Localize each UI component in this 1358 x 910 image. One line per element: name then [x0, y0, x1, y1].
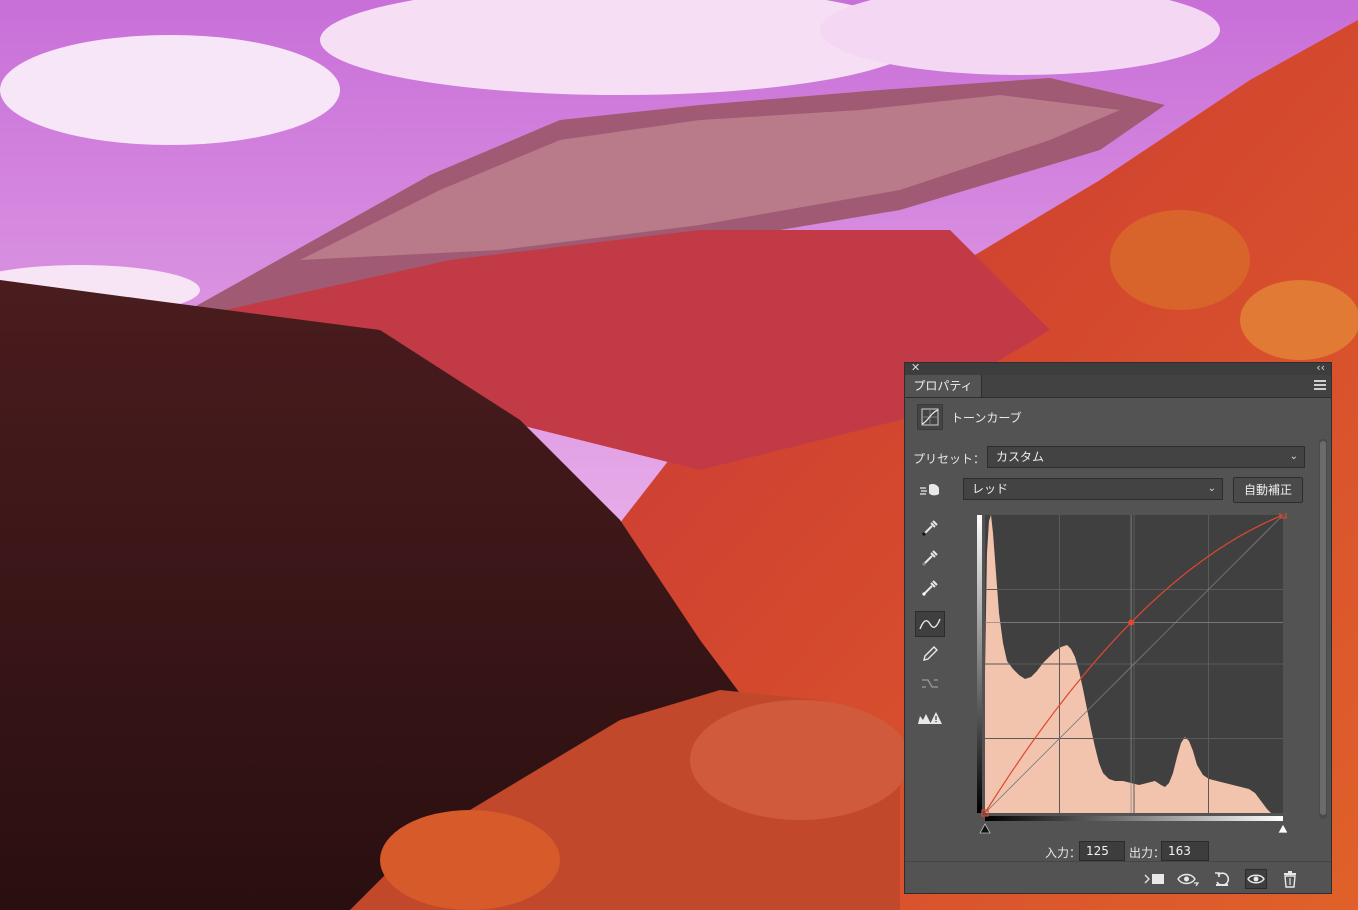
panel-tab-bar: プロパティ — [905, 375, 1331, 398]
output-label: 出力： — [1129, 846, 1166, 860]
preset-dropdown[interactable]: カスタム ⌄ — [987, 446, 1305, 468]
curve-control-point[interactable] — [1128, 619, 1135, 626]
chevron-down-icon: ⌄ — [1207, 483, 1216, 494]
visibility-icon[interactable] — [1245, 869, 1267, 889]
panel-scrollbar[interactable] — [1319, 439, 1327, 819]
view-previous-state-icon[interactable] — [1177, 869, 1199, 889]
output-value-field[interactable]: 163 — [1161, 841, 1209, 861]
preset-label: プリセット： — [913, 452, 986, 466]
curve-graph-svg[interactable] — [977, 511, 1289, 835]
curve-points-icon[interactable] — [915, 611, 945, 637]
white-point-slider[interactable] — [1277, 823, 1289, 834]
adjustment-header: トーンカーブ — [905, 399, 1331, 433]
black-point-slider[interactable] — [979, 823, 991, 834]
smooth-curve-icon[interactable] — [915, 671, 945, 697]
auto-button[interactable]: 自動補正 — [1233, 477, 1303, 503]
adjustment-title: トーンカーブ — [951, 411, 1022, 425]
output-gradient-bar — [977, 515, 982, 813]
panel-title-bar: ✕ ‹‹ — [905, 361, 1331, 375]
close-icon[interactable]: ✕ — [911, 361, 920, 374]
curve-graph[interactable] — [977, 511, 1289, 835]
scroll-thumb[interactable] — [1320, 441, 1326, 815]
sample-black-eyedropper-icon[interactable] — [915, 515, 945, 541]
sample-gray-eyedropper-icon[interactable] — [915, 545, 945, 571]
input-label: 入力： — [1045, 846, 1082, 860]
chevron-down-icon: ⌄ — [1289, 451, 1298, 462]
trash-icon[interactable] — [1279, 869, 1301, 889]
channel-value: レッド — [972, 482, 1009, 496]
clipping-warning-icon[interactable] — [915, 705, 945, 731]
curves-adjustment-icon — [917, 404, 943, 430]
preset-value: カスタム — [996, 450, 1045, 464]
tab-properties[interactable]: プロパティ — [905, 375, 982, 397]
channel-dropdown[interactable]: レッド ⌄ — [963, 478, 1223, 500]
on-image-adjust-icon[interactable] — [915, 477, 945, 503]
pencil-icon[interactable] — [915, 641, 945, 667]
input-gradient-bar — [985, 816, 1283, 821]
clip-to-layer-icon[interactable] — [1143, 869, 1165, 889]
sample-white-eyedropper-icon[interactable] — [915, 575, 945, 601]
input-value-field[interactable]: 125 — [1079, 841, 1125, 861]
reset-icon[interactable] — [1211, 869, 1233, 889]
panel-menu-icon[interactable] — [1314, 380, 1326, 390]
collapse-icon[interactable]: ‹‹ — [1316, 361, 1325, 374]
properties-panel: ✕ ‹‹ プロパティ トーンカーブ プリセット： カスタム ⌄ レッド ⌄ 自動… — [904, 361, 1332, 896]
panel-footer — [905, 861, 1331, 896]
